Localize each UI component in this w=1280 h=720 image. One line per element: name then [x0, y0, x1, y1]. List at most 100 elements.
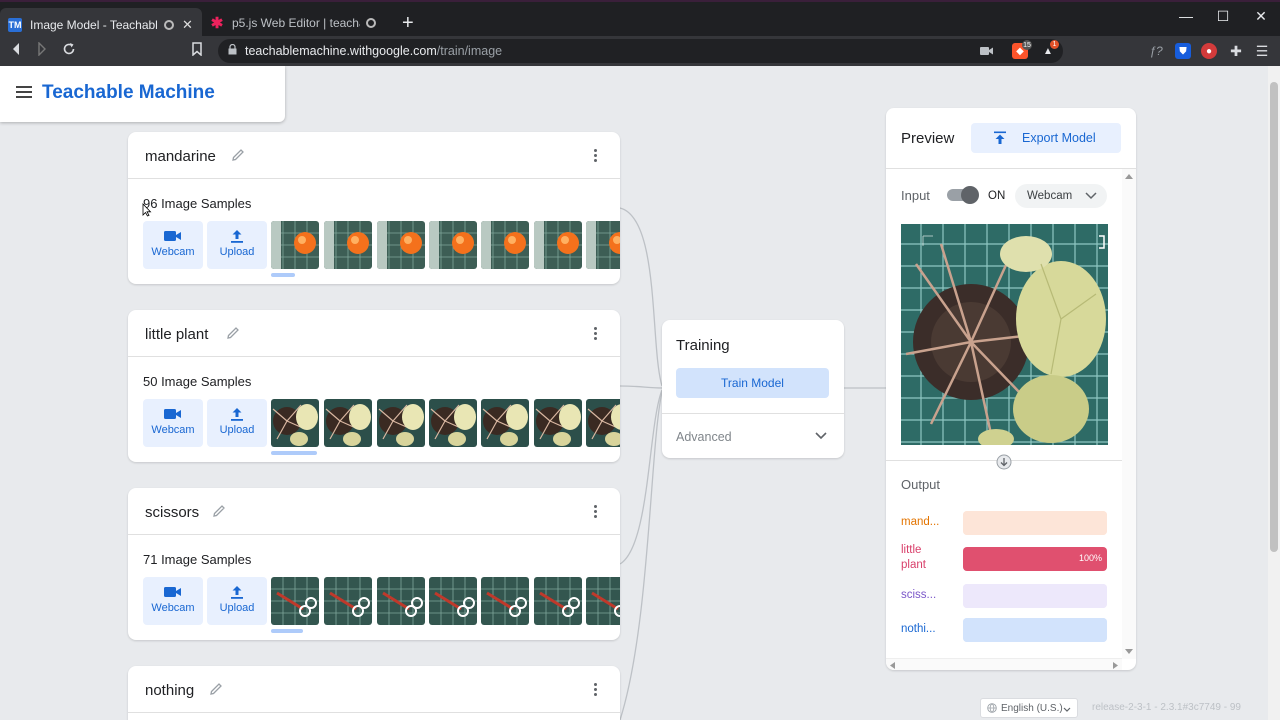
plant-sample-thumbnail[interactable]	[481, 399, 529, 447]
output-class-label: mand...	[901, 516, 940, 528]
webcam-button[interactable]: Webcam	[143, 221, 203, 269]
class-name[interactable]: nothing	[145, 682, 194, 699]
minimize-icon[interactable]: —	[1166, 8, 1206, 24]
mandarine-sample-thumbnail[interactable]	[377, 221, 425, 269]
input-toggle[interactable]	[947, 186, 979, 204]
back-icon[interactable]	[10, 42, 22, 56]
app-title[interactable]: Teachable Machine	[42, 82, 215, 104]
menu-icon[interactable]	[16, 86, 32, 98]
scissors-sample-thumbnail[interactable]	[586, 577, 620, 625]
mandarine-sample-thumbnail[interactable]	[429, 221, 477, 269]
more-vert-icon[interactable]	[594, 149, 598, 163]
export-icon	[994, 131, 1006, 144]
scissors-sample-thumbnail[interactable]	[534, 577, 582, 625]
train-model-button[interactable]: Train Model	[676, 368, 829, 398]
teachable-machine-favicon-icon: TM	[8, 18, 22, 32]
plant-sample-thumbnail[interactable]	[534, 399, 582, 447]
close-window-icon[interactable]: ✕	[1241, 8, 1280, 25]
plant-sample-thumbnail[interactable]	[429, 399, 477, 447]
mandarine-sample-thumbnail[interactable]	[481, 221, 529, 269]
preview-scrollbar[interactable]	[1122, 169, 1136, 659]
scissors-sample-thumbnail[interactable]	[271, 577, 319, 625]
plant-sample-thumbnail[interactable]	[271, 399, 319, 447]
video-camera-icon	[164, 587, 181, 597]
class-name[interactable]: mandarine	[145, 148, 216, 165]
pencil-icon[interactable]	[230, 147, 246, 163]
scroll-up-icon[interactable]	[1125, 173, 1133, 179]
confidence-fill	[963, 618, 1107, 642]
sample-count: 50 Image Samples	[143, 374, 252, 389]
output-class-label: little plant	[901, 544, 926, 571]
chevron-down-icon[interactable]	[814, 431, 828, 441]
close-tab-icon[interactable]: ✕	[182, 17, 193, 33]
browser-tab-inactive[interactable]: ✱ p5.js Web Editor | teachablemachine	[202, 8, 398, 38]
page-scrollbar[interactable]	[1268, 66, 1280, 720]
chevron-down-icon	[1085, 192, 1097, 200]
plant-sample-thumbnail[interactable]	[377, 399, 425, 447]
mandarine-sample-thumbnail[interactable]	[271, 221, 319, 269]
upload-button[interactable]: Upload	[207, 221, 267, 269]
plant-sample-thumbnail[interactable]	[586, 399, 620, 447]
class-name[interactable]: little plant	[145, 326, 208, 343]
scroll-left-icon[interactable]	[890, 662, 895, 669]
maximize-icon[interactable]: ☐	[1203, 8, 1243, 25]
export-model-button[interactable]: Export Model	[971, 123, 1121, 153]
pencil-icon[interactable]	[225, 325, 241, 341]
preview-horizontal-scrollbar[interactable]	[886, 658, 1122, 670]
address-bar: teachablemachine.withgoogle.com/train/im…	[0, 36, 1280, 66]
language-select[interactable]: English (U.S.)	[980, 698, 1078, 718]
scissors-sample-thumbnail[interactable]	[324, 577, 372, 625]
thumbnail-scrollbar[interactable]	[271, 629, 303, 633]
browser-menu-icon[interactable]: ☰	[1254, 43, 1270, 59]
extension-red-icon[interactable]: ●	[1201, 43, 1217, 59]
audio-indicator-icon	[164, 20, 174, 30]
training-title: Training	[676, 337, 730, 354]
class-card-header: little plant	[128, 310, 620, 357]
url-field[interactable]: teachablemachine.withgoogle.com/train/im…	[218, 39, 1063, 63]
reload-icon[interactable]	[62, 42, 76, 56]
scroll-down-icon[interactable]	[1125, 649, 1133, 655]
scissors-sample-thumbnail[interactable]	[481, 577, 529, 625]
webcam-label: Webcam	[151, 602, 195, 614]
page-scrollbar-thumb[interactable]	[1270, 82, 1278, 552]
export-label: Export Model	[1022, 131, 1096, 145]
webcam-button[interactable]: Webcam	[143, 577, 203, 625]
more-vert-icon[interactable]	[594, 683, 598, 697]
preview-title: Preview	[901, 130, 955, 147]
upload-label: Upload	[219, 602, 255, 614]
flip-camera-icon[interactable]	[996, 454, 1012, 470]
mandarine-sample-thumbnail[interactable]	[324, 221, 372, 269]
mandarine-sample-thumbnail[interactable]	[586, 221, 620, 269]
divider	[886, 168, 1136, 169]
release-version: release-2-3-1 - 2.3.1#3c7749 - 99	[1092, 702, 1241, 713]
more-vert-icon[interactable]	[594, 505, 598, 519]
pencil-icon[interactable]	[211, 503, 227, 519]
scissors-sample-thumbnail[interactable]	[377, 577, 425, 625]
input-source-select[interactable]: Webcam	[1015, 184, 1107, 208]
scissors-sample-thumbnail[interactable]	[429, 577, 477, 625]
output-row: mand...	[901, 508, 1107, 538]
mandarine-sample-thumbnail[interactable]	[534, 221, 582, 269]
thumbnail-scrollbar[interactable]	[271, 273, 295, 277]
new-tab-icon[interactable]: +	[402, 12, 414, 35]
webcam-button[interactable]: Webcam	[143, 399, 203, 447]
sample-count: 71 Image Samples	[143, 552, 252, 567]
class-name[interactable]: scissors	[145, 504, 199, 521]
forward-icon[interactable]	[36, 42, 48, 56]
upload-button[interactable]: Upload	[207, 399, 267, 447]
thumbnail-scrollbar[interactable]	[271, 451, 317, 455]
camera-in-use-icon[interactable]	[980, 45, 994, 57]
scroll-right-icon[interactable]	[1113, 662, 1118, 669]
formula-extension-icon[interactable]: ƒ?	[1148, 43, 1164, 59]
extensions-puzzle-icon[interactable]: ✚	[1228, 43, 1244, 59]
confidence-bar: 100%	[963, 547, 1107, 571]
plant-sample-thumbnail[interactable]	[324, 399, 372, 447]
advanced-toggle[interactable]: Advanced	[676, 430, 732, 444]
page-content: Teachable Machine mandarine 96 Image Sam…	[0, 66, 1280, 720]
more-vert-icon[interactable]	[594, 327, 598, 341]
language-value: English (U.S.)	[1001, 703, 1063, 714]
upload-button[interactable]: Upload	[207, 577, 267, 625]
bitwarden-icon[interactable]: ⛊	[1175, 43, 1191, 59]
pencil-icon[interactable]	[208, 681, 224, 697]
bookmark-icon[interactable]	[192, 42, 202, 56]
